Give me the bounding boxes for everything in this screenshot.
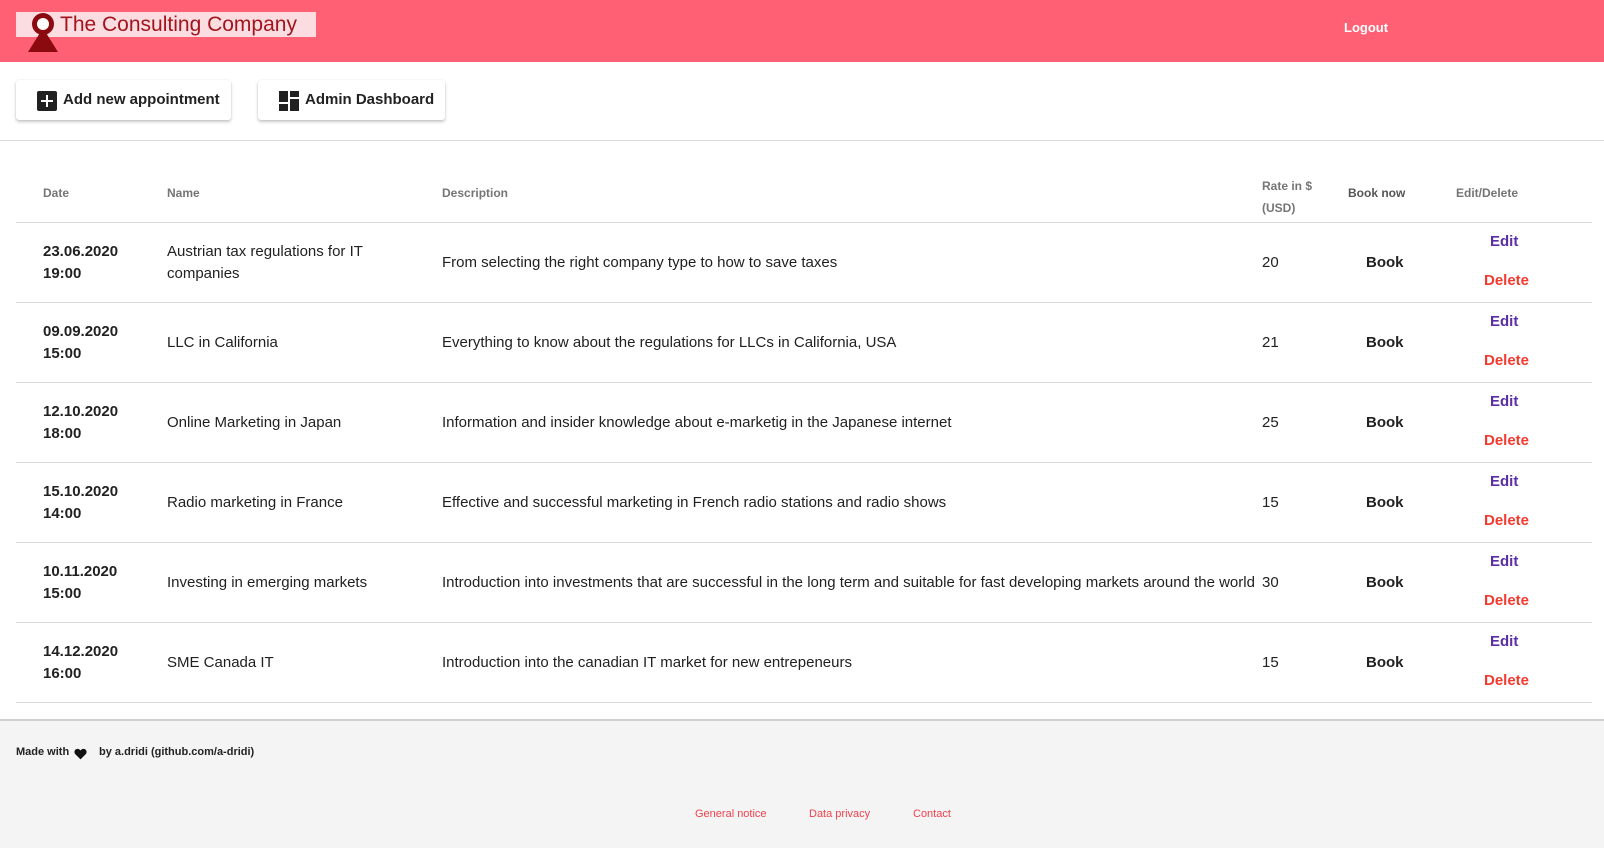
- divider: [0, 140, 1604, 141]
- data-privacy-link[interactable]: Data privacy: [809, 808, 870, 820]
- top-bar: The Consulting Company Logout: [0, 0, 1604, 62]
- footer: Made with by a.dridi (github.com/a-dridi…: [0, 721, 1604, 848]
- rate-cell: 15: [1262, 653, 1279, 671]
- header-edit-delete: Edit/Delete: [1456, 186, 1519, 200]
- contact-link[interactable]: Contact: [913, 808, 951, 820]
- book-button[interactable]: Book: [1366, 412, 1404, 434]
- date-cell: 14.12.2020 16:00: [43, 643, 119, 682]
- date-cell: 23.06.2020 19:00: [43, 243, 119, 282]
- rate-cell: 21: [1262, 333, 1279, 351]
- description-cell: Information and insider knowledge about …: [442, 413, 952, 431]
- author-credit[interactable]: by a.dridi (github.com/a-dridi): [99, 746, 254, 758]
- name-cell: Investing in emerging markets: [167, 573, 368, 591]
- add-appointment-button[interactable]: Add new appointment: [16, 80, 231, 120]
- table-row: 14.12.2020 16:00 SME Canada IT Introducti…: [16, 623, 1592, 703]
- rate-cell: 30: [1262, 573, 1279, 591]
- admin-dashboard-label: Admin Dashboard: [305, 91, 435, 108]
- book-button[interactable]: Book: [1366, 492, 1404, 514]
- delete-link[interactable]: Delete: [1484, 350, 1529, 372]
- name-cell: LLC in California: [167, 333, 278, 351]
- book-button[interactable]: Book: [1366, 652, 1404, 674]
- name-cell: Radio marketing in France: [167, 493, 343, 511]
- header-book: Book now: [1348, 186, 1406, 200]
- appointments-table: Date Name Description Rate in $ (USD) Bo…: [16, 163, 1592, 703]
- table-row: 10.11.2020 15:00 Investing in emerging ma…: [16, 543, 1592, 623]
- name-cell: Austrian tax regulations for IT companie…: [167, 242, 363, 282]
- header-rate: Rate in $ (USD): [1262, 175, 1312, 219]
- admin-dashboard-button[interactable]: Admin Dashboard: [258, 80, 445, 120]
- header-description: Description: [442, 186, 509, 200]
- rate-cell: 25: [1262, 413, 1279, 431]
- description-cell: Effective and successful marketing in Fr…: [442, 493, 947, 511]
- delete-link[interactable]: Delete: [1484, 510, 1529, 532]
- date-cell: 10.11.2020 15:00: [43, 563, 118, 602]
- general-notice-link[interactable]: General notice: [695, 808, 767, 820]
- book-button[interactable]: Book: [1366, 252, 1404, 274]
- table-row: 23.06.2020 19:00 Austrian tax regulations…: [16, 223, 1592, 303]
- description-cell: Introduction into the canadian IT market…: [442, 653, 852, 671]
- description-cell: Everything to know about the regulations…: [442, 333, 897, 351]
- header-rate-line2: (USD): [1262, 201, 1296, 215]
- delete-link[interactable]: Delete: [1484, 670, 1529, 692]
- edit-link[interactable]: Edit: [1490, 311, 1518, 333]
- logout-button[interactable]: Logout: [1344, 20, 1388, 35]
- header-rate-line1: Rate in $: [1262, 179, 1313, 193]
- name-cell: Online Marketing in Japan: [167, 413, 342, 431]
- date-cell: 12.10.2020 18:00: [43, 403, 119, 442]
- book-button[interactable]: Book: [1366, 332, 1404, 354]
- rate-cell: 15: [1262, 493, 1279, 511]
- name-cell: SME Canada IT: [167, 653, 274, 671]
- dashboard-icon: [279, 91, 299, 111]
- description-cell: From selecting the right company type to…: [442, 253, 838, 271]
- brand-title[interactable]: The Consulting Company: [60, 12, 297, 37]
- add-appointment-label: Add new appointment: [63, 91, 220, 108]
- heart-icon: [74, 748, 87, 760]
- description-cell: Introduction into investments that are s…: [442, 573, 1255, 591]
- edit-link[interactable]: Edit: [1490, 391, 1518, 413]
- table-header: Date Name Description Rate in $ (USD) Bo…: [16, 163, 1592, 223]
- table-row: 12.10.2020 18:00 Online Marketing in Japa…: [16, 383, 1592, 463]
- delete-link[interactable]: Delete: [1484, 590, 1529, 612]
- book-button[interactable]: Book: [1366, 572, 1404, 594]
- table-row: 15.10.2020 14:00 Radio marketing in Franc…: [16, 463, 1592, 543]
- delete-link[interactable]: Delete: [1484, 430, 1529, 452]
- edit-link[interactable]: Edit: [1490, 231, 1518, 253]
- table-row: 09.09.2020 15:00 LLC in California Everyt…: [16, 303, 1592, 383]
- made-with-text: Made with: [16, 746, 70, 758]
- header-name: Name: [167, 186, 200, 200]
- date-cell: 15.10.2020 14:00: [43, 483, 119, 522]
- rate-cell: 20: [1262, 253, 1279, 271]
- edit-link[interactable]: Edit: [1490, 631, 1518, 653]
- edit-link[interactable]: Edit: [1490, 551, 1518, 573]
- date-cell: 09.09.2020 15:00: [43, 323, 119, 362]
- plus-box-icon: [37, 91, 57, 111]
- logo-pin-icon: [28, 13, 58, 52]
- header-date: Date: [43, 186, 70, 200]
- delete-link[interactable]: Delete: [1484, 270, 1529, 292]
- edit-link[interactable]: Edit: [1490, 471, 1518, 493]
